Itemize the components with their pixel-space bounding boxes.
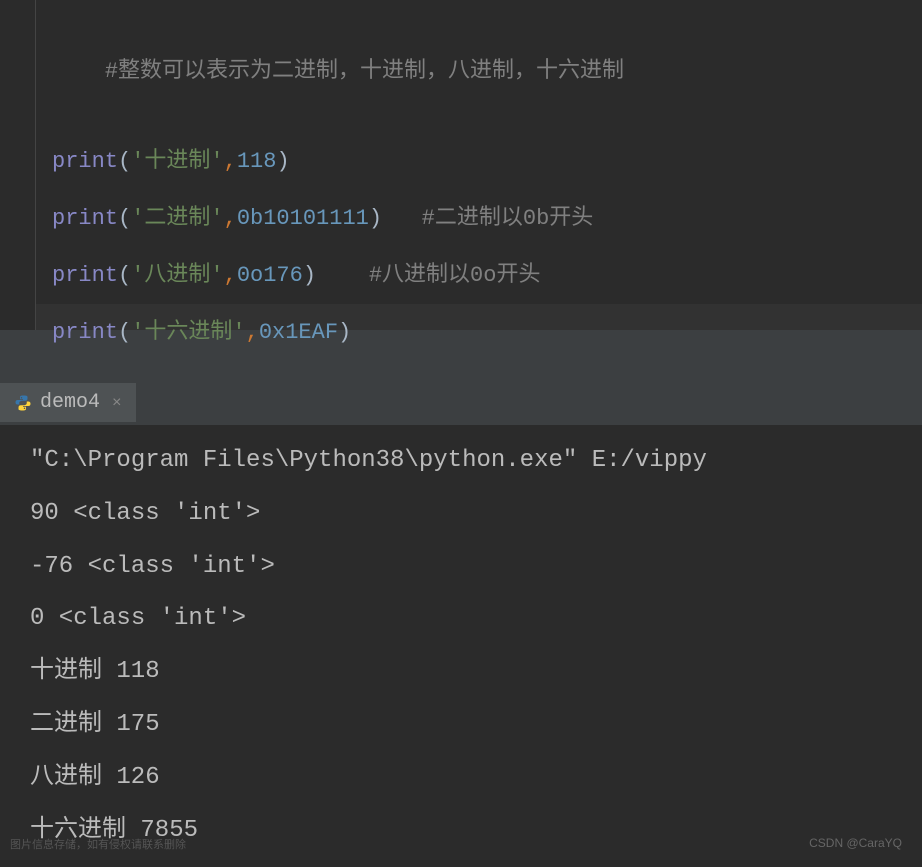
- number-literal: 0b10101111: [237, 206, 369, 231]
- watermark-left: 图片信息存储，如有侵权请联系删除: [10, 836, 186, 852]
- console-line: 十进制 118: [30, 646, 892, 699]
- comma: ,: [224, 206, 237, 231]
- close-icon[interactable]: ×: [112, 394, 122, 412]
- code-editor[interactable]: #整数可以表示为二进制，十进制，八进制，十六进制 print('十进制',118…: [35, 0, 922, 330]
- console-line: -76 <class 'int'>: [30, 541, 892, 594]
- string-literal: '十六进制': [131, 320, 245, 345]
- comment-text: #二进制以0b开头: [422, 206, 594, 231]
- comma: ,: [224, 263, 237, 288]
- func-call: print: [52, 320, 118, 345]
- paren: ): [369, 206, 382, 231]
- code-line-1[interactable]: #整数可以表示为二进制，十进制，八进制，十六进制: [36, 10, 922, 133]
- number-literal: 0x1EAF: [259, 320, 338, 345]
- string-literal: '二进制': [131, 206, 223, 231]
- comma: ,: [246, 320, 259, 345]
- code-line-4[interactable]: print('八进制',0o176) #八进制以0o开头: [36, 247, 922, 304]
- console-line: 90 <class 'int'>: [30, 488, 892, 541]
- func-call: print: [52, 206, 118, 231]
- console-tab-bar: demo4 ×: [0, 380, 922, 425]
- console-line: 0 <class 'int'>: [30, 593, 892, 646]
- spacing: [316, 263, 369, 288]
- tab-label: demo4: [40, 391, 100, 414]
- paren: (: [118, 206, 131, 231]
- code-line-2[interactable]: print('十进制',118): [36, 133, 922, 190]
- console-line: 八进制 126: [30, 752, 892, 805]
- string-literal: '十进制': [131, 149, 223, 174]
- number-literal: 0o176: [237, 263, 303, 288]
- console-line: "C:\Program Files\Python38\python.exe" E…: [30, 435, 892, 488]
- paren: (: [118, 149, 131, 174]
- func-call: print: [52, 263, 118, 288]
- console-output[interactable]: "C:\Program Files\Python38\python.exe" E…: [0, 425, 922, 867]
- paren: ): [276, 149, 289, 174]
- comment-text: #整数可以表示为二进制，十进制，八进制，十六进制: [105, 59, 624, 84]
- spacing: [382, 206, 422, 231]
- comma: ,: [224, 149, 237, 174]
- paren: (: [118, 320, 131, 345]
- tab-demo4[interactable]: demo4 ×: [0, 383, 136, 422]
- python-icon: [14, 394, 32, 412]
- string-literal: '八进制': [131, 263, 223, 288]
- paren: ): [303, 263, 316, 288]
- console-line: 二进制 175: [30, 699, 892, 752]
- number-literal: 118: [237, 149, 277, 174]
- comment-text: #八进制以0o开头: [369, 263, 541, 288]
- code-line-3[interactable]: print('二进制',0b10101111) #二进制以0b开头: [36, 190, 922, 247]
- watermark-right: CSDN @CaraYQ: [809, 836, 902, 850]
- func-call: print: [52, 149, 118, 174]
- paren: ): [338, 320, 351, 345]
- paren: (: [118, 263, 131, 288]
